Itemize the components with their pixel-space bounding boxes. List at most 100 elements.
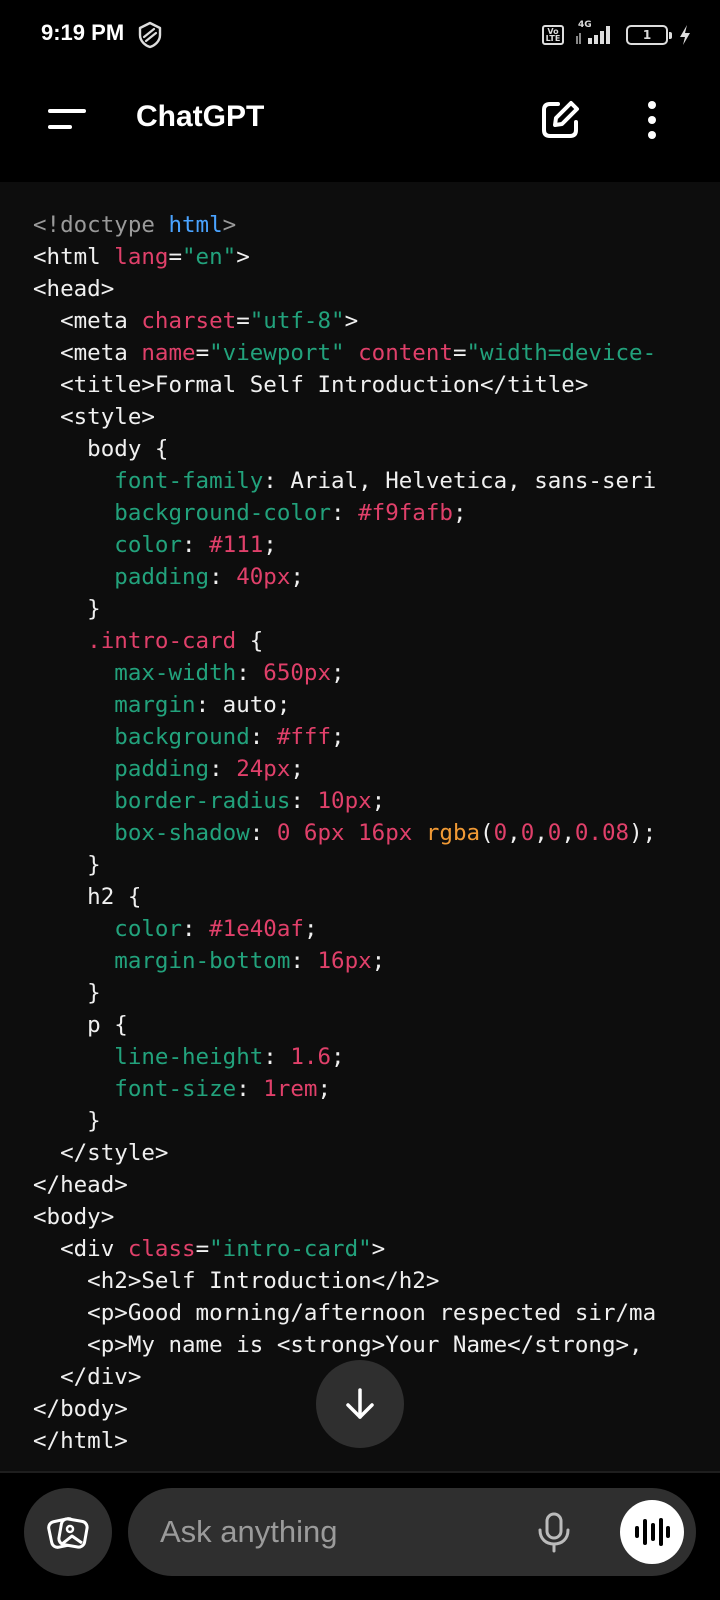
code-token: ; bbox=[331, 660, 345, 686]
code-token: : bbox=[182, 532, 210, 558]
code-token: rgba bbox=[425, 820, 481, 846]
code-token: : bbox=[290, 788, 318, 814]
code-line: box-shadow: 0 6px 16px rgba(0,0,0,0.08); bbox=[33, 817, 656, 849]
code-token: = bbox=[195, 340, 210, 366]
code-line: margin: auto; bbox=[33, 689, 656, 721]
code-token: <head> bbox=[33, 276, 115, 302]
voice-mode-button[interactable] bbox=[620, 1500, 684, 1564]
battery-icon: 1 bbox=[626, 25, 672, 45]
new-chat-icon[interactable] bbox=[534, 94, 586, 146]
mic-icon[interactable] bbox=[532, 1510, 576, 1554]
code-token: charset bbox=[141, 308, 237, 334]
status-time: 9:19 PM bbox=[41, 20, 125, 45]
code-token: > bbox=[236, 244, 250, 270]
code-token: ; bbox=[331, 724, 345, 750]
code-token: : bbox=[236, 1076, 264, 1102]
code-token: #fff bbox=[276, 724, 332, 750]
code-block[interactable]: <!doctype html> <html lang="en"> <head> <m… bbox=[0, 182, 720, 1472]
network-type: 4G bbox=[578, 20, 592, 30]
code-line: <p>My name is <strong>Your Name</strong>… bbox=[33, 1329, 656, 1361]
code-token: </style> bbox=[33, 1140, 169, 1166]
code-token: : bbox=[290, 948, 318, 974]
code-token: <title>Formal Self Introduction</title> bbox=[33, 372, 589, 398]
code-line: font-size: 1rem; bbox=[33, 1073, 656, 1105]
vpn-icon bbox=[138, 21, 162, 49]
code-token: class bbox=[127, 1236, 196, 1262]
code-token: : bbox=[209, 756, 237, 782]
code-line: <body> bbox=[33, 1201, 656, 1233]
code-line: <meta name="viewport" content="width=dev… bbox=[33, 337, 656, 369]
code-token: </head> bbox=[33, 1172, 128, 1198]
code-token: ; bbox=[290, 756, 304, 782]
menu-icon[interactable] bbox=[40, 94, 96, 146]
code-line: h2 { bbox=[33, 881, 656, 913]
code-token: , bbox=[534, 820, 548, 846]
code-token: ; bbox=[303, 916, 318, 942]
code-token: background-color bbox=[114, 500, 332, 526]
scroll-down-button[interactable] bbox=[316, 1360, 404, 1448]
code-line: color: #1e40af; bbox=[33, 913, 656, 945]
code-token: 16px bbox=[317, 948, 372, 974]
code-token: ; bbox=[317, 1076, 332, 1102]
code-token: 10px bbox=[317, 788, 372, 814]
ask-input[interactable] bbox=[160, 1488, 520, 1576]
code-token: p { bbox=[33, 1012, 128, 1038]
code-line: } bbox=[33, 977, 656, 1009]
code-line: max-width: 650px; bbox=[33, 657, 656, 689]
code-line: line-height: 1.6; bbox=[33, 1041, 656, 1073]
code-token: <meta bbox=[33, 340, 142, 366]
code-token: 0 bbox=[493, 820, 508, 846]
code-token: padding bbox=[114, 756, 210, 782]
code-line: .intro-card { bbox=[33, 625, 656, 657]
code-line: <title>Formal Self Introduction</title> bbox=[33, 369, 656, 401]
code-token: 0 bbox=[547, 820, 562, 846]
code-token: : bbox=[236, 660, 264, 686]
code-token: margin-bottom bbox=[114, 948, 291, 974]
code-token: ; bbox=[263, 532, 277, 558]
status-bar: 9:19 PM Vo LTE 4G 1 bbox=[0, 0, 720, 70]
volte-label: Vo LTE bbox=[545, 27, 561, 43]
code-token: ; bbox=[371, 948, 386, 974]
code-token: color bbox=[114, 532, 183, 558]
code-token: > bbox=[344, 308, 359, 334]
code-token: 0.08 bbox=[574, 820, 630, 846]
code-token: = bbox=[195, 1236, 210, 1262]
composer-divider bbox=[0, 1471, 720, 1473]
code-token: #1e40af bbox=[209, 916, 304, 942]
code-line: <html lang="en"> bbox=[33, 241, 656, 273]
code-line: } bbox=[33, 849, 656, 881]
code-token: : Arial, Helvetica, sans-seri bbox=[263, 468, 657, 494]
code-token: } bbox=[33, 1108, 101, 1134]
more-vert-icon[interactable] bbox=[626, 94, 678, 146]
code-token: 1rem bbox=[263, 1076, 318, 1102]
code-line: </head> bbox=[33, 1169, 656, 1201]
code-token: <meta bbox=[33, 308, 142, 334]
code-token: background bbox=[114, 724, 250, 750]
code-token: #f9fafb bbox=[358, 500, 453, 526]
attach-image-button[interactable] bbox=[24, 1488, 112, 1576]
code-token: "width=device- bbox=[466, 340, 657, 366]
code-token: , bbox=[507, 820, 521, 846]
code-token: ; bbox=[371, 788, 386, 814]
code-token: ( bbox=[480, 820, 494, 846]
code-token: = bbox=[452, 340, 467, 366]
code-token: content bbox=[358, 340, 453, 366]
code-token: ; bbox=[290, 564, 304, 590]
signal-icon: 4G bbox=[574, 20, 616, 48]
battery-level: 1 bbox=[642, 28, 652, 42]
code-line: <head> bbox=[33, 273, 656, 305]
code-token: 650px bbox=[263, 660, 332, 686]
app-header: ChatGPT bbox=[0, 70, 720, 170]
composer-pill bbox=[128, 1488, 696, 1576]
code-line: </style> bbox=[33, 1137, 656, 1169]
code-token: 40px bbox=[236, 564, 291, 590]
